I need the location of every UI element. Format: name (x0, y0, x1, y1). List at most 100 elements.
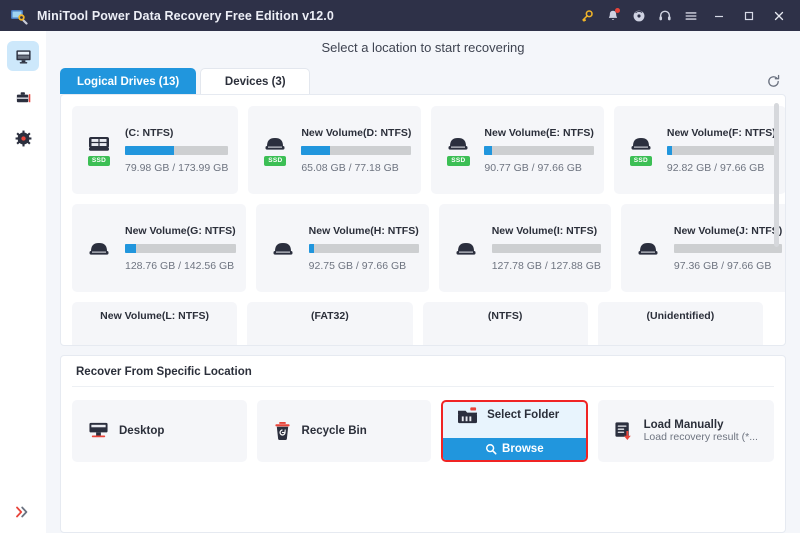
drive-icon-group (449, 239, 483, 258)
drive-card-f[interactable]: SSD New Volume(F: NTFS) 92.82 GB / 97.66… (613, 106, 785, 194)
drive-icon-group (82, 239, 116, 258)
drive-name: New Volume(G: NTFS) (125, 224, 236, 237)
drive-card-ntfs[interactable]: (NTFS) (422, 302, 588, 345)
recover-section: Recover From Specific Location Desktop R… (60, 355, 786, 533)
drives-scrollbar-thumb[interactable] (774, 103, 779, 247)
recover-card-label: Desktop (119, 425, 165, 437)
recover-cards-row: Desktop Recycle Bin Select Folder Browse… (72, 387, 774, 462)
drive-info: New Volume(J: NTFS) 97.36 GB / 97.66 GB (673, 224, 783, 272)
drive-usage-bar (308, 243, 419, 253)
recycle-bin-icon (273, 421, 292, 441)
drive-size: 79.98 GB / 173.99 GB (125, 161, 229, 174)
drive-card-unidentified[interactable]: (Unidentified) (597, 302, 763, 345)
drive-name: (FAT32) (311, 310, 349, 322)
load-file-icon (614, 421, 634, 441)
drive-card-h[interactable]: New Volume(H: NTFS) 92.75 GB / 97.66 GB (255, 204, 429, 292)
main-panel: Select a location to start recovering Lo… (46, 31, 800, 533)
maximize-button[interactable] (734, 2, 764, 30)
recover-card-desktop[interactable]: Desktop (72, 400, 247, 462)
tab-logical-drives[interactable]: Logical Drives (13) (60, 68, 197, 94)
desktop-icon (88, 421, 109, 441)
drives-panel: SSD (C: NTFS) 79.98 GB / 173.99 GB SSD N… (60, 94, 786, 346)
drive-icon (447, 134, 469, 153)
refresh-icon[interactable] (760, 68, 786, 94)
notification-bell-icon[interactable] (600, 3, 626, 29)
drives-scrollbar[interactable] (774, 103, 779, 339)
recover-card-label: Recycle Bin (301, 425, 367, 437)
drive-card-i[interactable]: New Volume(I: NTFS) 127.78 GB / 127.88 G… (438, 204, 611, 292)
drive-usage-fill (484, 145, 493, 155)
drive-icon-group (631, 239, 665, 258)
drive-icon-group (266, 239, 300, 258)
drive-card-c[interactable]: SSD (C: NTFS) 79.98 GB / 173.99 GB (72, 106, 239, 194)
window-body: Select a location to start recovering Lo… (0, 31, 800, 533)
drive-name: New Volume(D: NTFS) (301, 126, 412, 139)
monitor-icon (15, 48, 32, 65)
drive-name: New Volume(I: NTFS) (491, 224, 598, 237)
drive-size: 128.76 GB / 142.56 GB (125, 259, 235, 272)
drive-card-e[interactable]: SSD New Volume(E: NTFS) 90.77 GB / 97.66… (431, 106, 604, 194)
drive-usage-fill (308, 243, 315, 253)
double-chevron-right-icon (15, 505, 31, 519)
ssd-badge: SSD (87, 155, 111, 167)
folder-icon (457, 406, 478, 425)
drive-icon-group: SSD (258, 134, 292, 167)
key-icon[interactable] (574, 3, 600, 29)
minimize-button[interactable] (704, 2, 734, 30)
drive-card-fat32[interactable]: (FAT32) (247, 302, 413, 345)
drive-icon-group: SSD (82, 134, 116, 167)
close-button[interactable] (764, 2, 794, 30)
menu-icon[interactable] (678, 3, 704, 29)
drive-usage-bar (491, 243, 601, 253)
tab-devices[interactable]: Devices (3) (200, 68, 311, 94)
select-folder-top[interactable]: Select Folder (443, 402, 586, 428)
drive-info: New Volume(I: NTFS) 127.78 GB / 127.88 G… (491, 224, 601, 272)
ssd-badge: SSD (629, 155, 652, 167)
drive-card-d[interactable]: SSD New Volume(D: NTFS) 65.08 GB / 77.18… (248, 106, 422, 194)
drive-size: 90.77 GB / 97.66 GB (484, 161, 582, 174)
recover-section-title: Recover From Specific Location (72, 366, 774, 387)
toolbox-icon (15, 89, 32, 106)
search-icon (485, 443, 497, 455)
headset-support-icon[interactable] (652, 3, 678, 29)
drive-row-partial: New Volume(L: NTFS) (FAT32) (NTFS) (Unid… (72, 302, 763, 345)
drive-row: SSD (C: NTFS) 79.98 GB / 173.99 GB SSD N… (72, 106, 785, 194)
drive-icon (455, 239, 477, 258)
drive-info: New Volume(D: NTFS) 65.08 GB / 77.18 GB (301, 126, 412, 174)
drive-name: New Volume(E: NTFS) (484, 126, 594, 139)
drive-info: New Volume(G: NTFS) 128.76 GB / 142.56 G… (125, 225, 236, 272)
drive-name: (C: NTFS) (125, 126, 174, 139)
drive-icon (637, 239, 659, 258)
sidebar-item-tools[interactable] (7, 82, 39, 112)
drive-icon (272, 239, 294, 258)
drive-card-l[interactable]: New Volume(L: NTFS) (72, 302, 238, 345)
recover-card-select-folder[interactable]: Select Folder Browse (441, 400, 588, 462)
drive-name: (Unidentified) (646, 310, 715, 322)
drive-info: New Volume(E: NTFS) 90.77 GB / 97.66 GB (484, 126, 594, 174)
drive-icon-group: SSD (624, 134, 658, 167)
drive-card-g[interactable]: New Volume(G: NTFS) 128.76 GB / 142.56 G… (72, 204, 246, 292)
disc-icon[interactable] (626, 3, 652, 29)
drive-name: New Volume(J: NTFS) (673, 224, 783, 237)
recover-card-recycle-bin[interactable]: Recycle Bin (256, 400, 432, 462)
drive-icon (630, 134, 652, 153)
system-drive-icon (88, 134, 110, 153)
browse-button[interactable]: Browse (443, 438, 586, 460)
sidebar-item-settings[interactable] (7, 123, 39, 153)
expand-sidebar-button[interactable] (0, 505, 46, 519)
drive-info: New Volume(F: NTFS) 92.82 GB / 97.66 GB (666, 127, 776, 174)
ssd-badge: SSD (264, 155, 287, 167)
drive-row: New Volume(G: NTFS) 128.76 GB / 142.56 G… (72, 204, 785, 292)
recover-card-label: Load Manually (643, 419, 724, 431)
drive-name: New Volume(L: NTFS) (100, 310, 210, 322)
drive-size: 65.08 GB / 77.18 GB (301, 161, 399, 174)
drives-scroll-area[interactable]: SSD (C: NTFS) 79.98 GB / 173.99 GB SSD N… (61, 95, 785, 345)
drive-size: 92.82 GB / 97.66 GB (666, 161, 765, 174)
drive-card-j[interactable]: New Volume(J: NTFS) 97.36 GB / 97.66 GB (620, 204, 785, 292)
title-bar: MiniTool Power Data Recovery Free Editio… (0, 0, 800, 31)
drive-info: (C: NTFS) 79.98 GB / 173.99 GB (125, 126, 229, 174)
drive-icon-group: SSD (441, 134, 475, 167)
sidebar-item-this-pc[interactable] (7, 41, 39, 71)
recover-card-load-manually[interactable]: Load Manually Load recovery result (*... (597, 400, 774, 462)
application-window: MiniTool Power Data Recovery Free Editio… (0, 0, 800, 533)
